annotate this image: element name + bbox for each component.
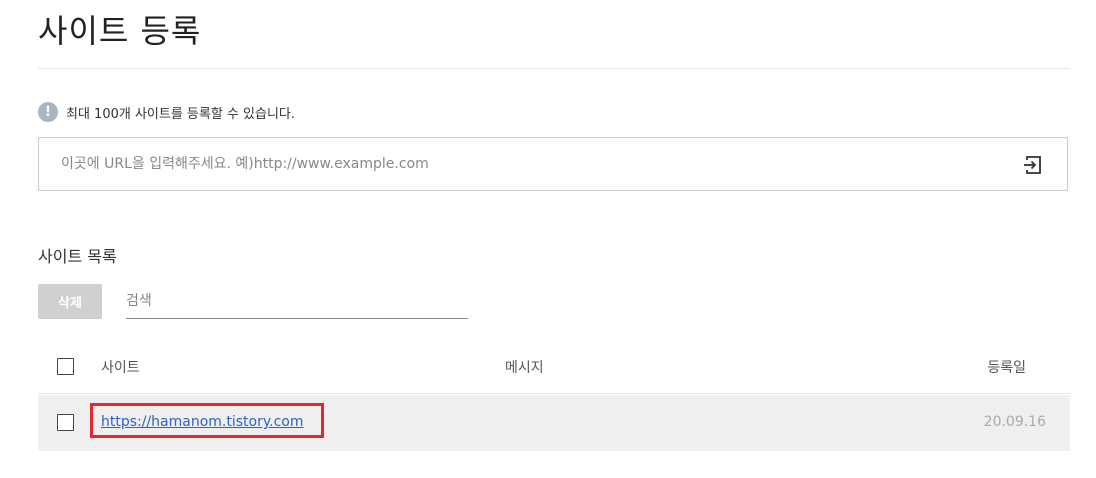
info-icon: ! (38, 102, 58, 122)
site-link[interactable]: https://hamanom.tistory.com (101, 414, 304, 430)
page-title: 사이트 등록 (38, 12, 202, 50)
column-header-date: 등록일 (987, 360, 1026, 376)
select-all-checkbox[interactable] (57, 358, 74, 375)
notice: ! 최대 100개 사이트를 등록할 수 있습니다. (38, 102, 295, 122)
column-header-message: 메시지 (505, 360, 544, 376)
delete-button[interactable]: 삭제 (38, 284, 102, 319)
enter-icon[interactable] (1021, 154, 1043, 176)
row-date: 20.09.16 (983, 414, 1046, 430)
notice-text: 최대 100개 사이트를 등록할 수 있습니다. (66, 106, 296, 122)
table-row: https://hamanom.tistory.com 20.09.16 (38, 395, 1070, 451)
site-registration-page: 사이트 등록 ! 최대 100개 사이트를 등록할 수 있습니다. 사이트 목록… (0, 0, 1096, 478)
column-header-site: 사이트 (101, 360, 140, 376)
table-header: 사이트 메시지 등록일 (38, 340, 1070, 394)
url-input[interactable] (61, 138, 1001, 190)
title-divider (38, 68, 1070, 69)
search-input[interactable] (126, 284, 468, 319)
site-list-title: 사이트 목록 (38, 247, 117, 266)
row-checkbox[interactable] (57, 414, 74, 431)
url-input-box (38, 137, 1068, 191)
